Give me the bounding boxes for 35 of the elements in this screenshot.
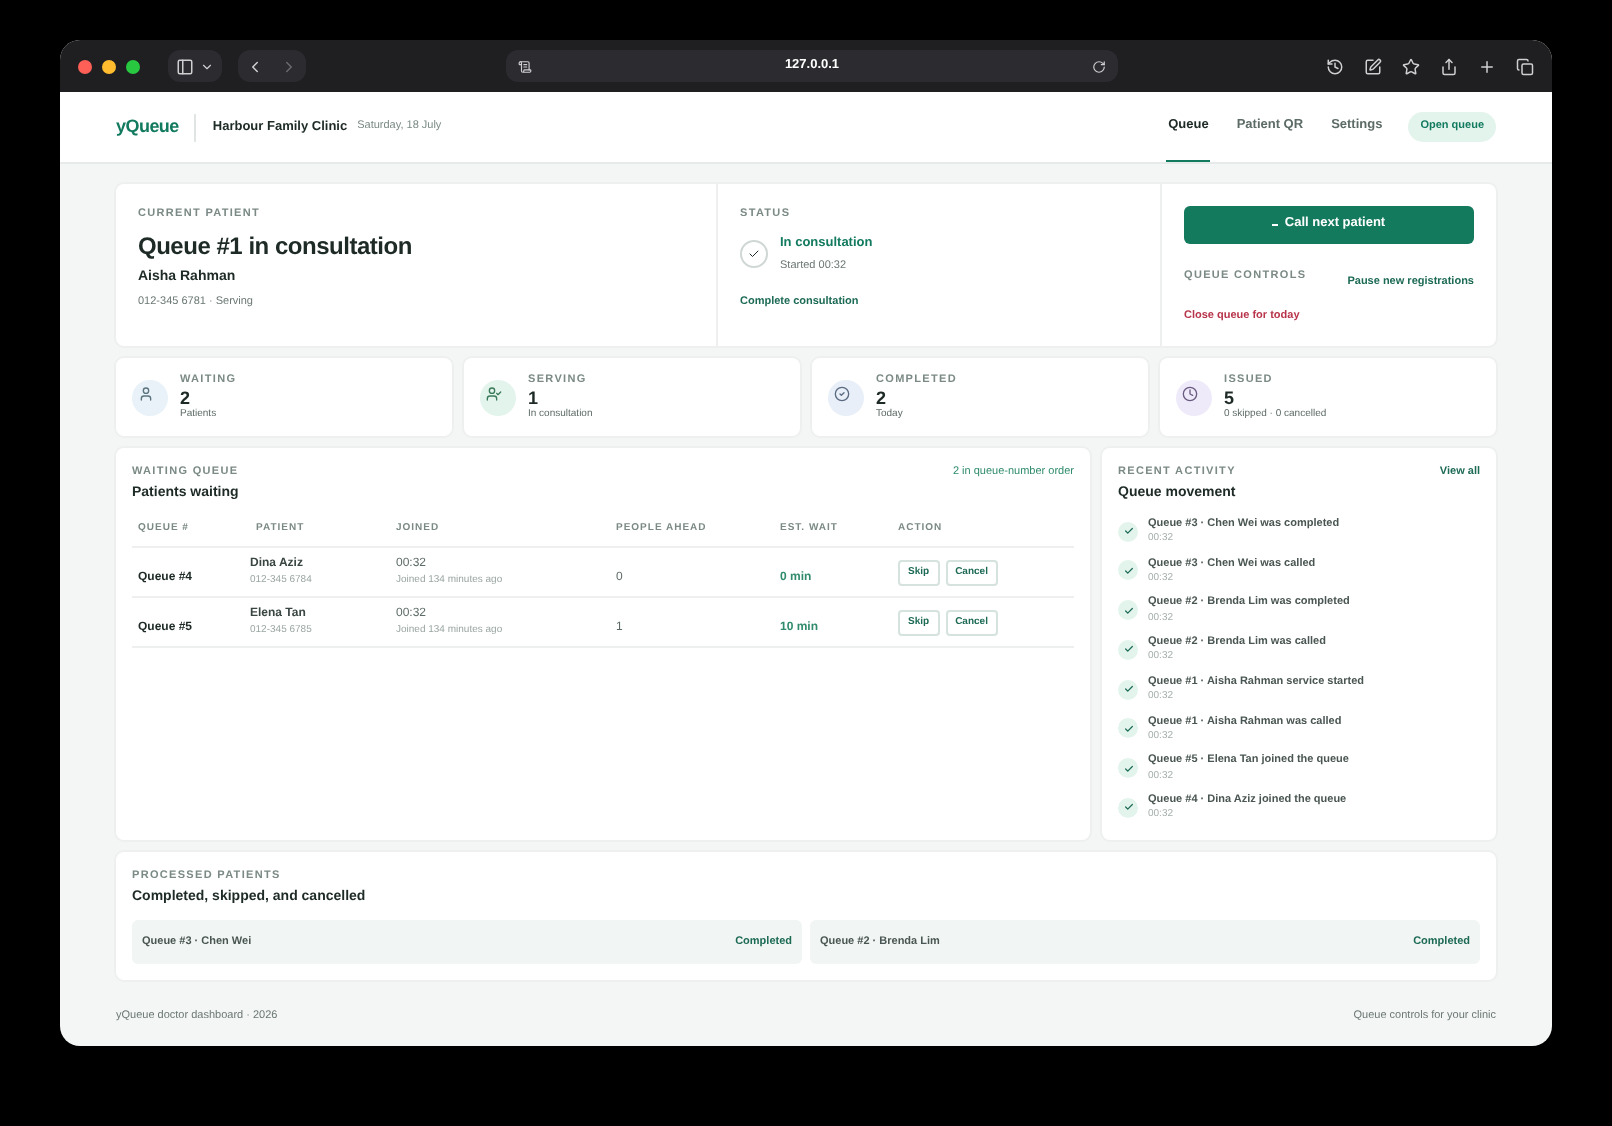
- reader-icon[interactable]: [518, 59, 532, 73]
- dash-icon: [1272, 223, 1279, 226]
- person-icon: [138, 385, 154, 401]
- check-icon: [1118, 639, 1138, 660]
- forward-icon[interactable]: [280, 57, 298, 75]
- tabs-icon[interactable]: [1516, 57, 1534, 75]
- maximize-window-icon[interactable]: [126, 59, 140, 73]
- check-icon: [1118, 797, 1138, 818]
- stat-value: 2: [876, 387, 889, 408]
- stat-value: 1: [528, 387, 539, 408]
- edit-icon[interactable]: [1364, 57, 1382, 75]
- check-icon: [1118, 600, 1138, 621]
- check-icon: [1118, 758, 1138, 779]
- stat-value: 2: [180, 387, 193, 408]
- status-check-icon: [740, 240, 768, 269]
- check-icon: [1118, 679, 1138, 700]
- star-icon[interactable]: [1402, 57, 1420, 75]
- history-icon[interactable]: [1326, 57, 1344, 75]
- sidebar-icon[interactable]: [176, 57, 194, 75]
- chevron-down-icon[interactable]: [200, 59, 214, 73]
- check-circle-icon: [834, 385, 850, 401]
- check-icon: [1118, 560, 1138, 581]
- new-tab-icon[interactable]: [1478, 57, 1496, 75]
- current-title: Queue #1 in consultation: [138, 230, 414, 265]
- reload-icon[interactable]: [1092, 59, 1106, 73]
- share-icon[interactable]: [1440, 57, 1458, 75]
- minimize-window-icon[interactable]: [102, 59, 116, 73]
- check-icon: [1118, 718, 1138, 739]
- stat-value: 5: [1224, 387, 1237, 408]
- check-icon: [1118, 521, 1138, 542]
- close-window-icon[interactable]: [78, 59, 92, 73]
- person-check-icon: [486, 385, 502, 401]
- back-icon[interactable]: [246, 57, 264, 75]
- clock-icon: [1182, 385, 1198, 401]
- logo[interactable]: yQueue: [116, 113, 179, 141]
